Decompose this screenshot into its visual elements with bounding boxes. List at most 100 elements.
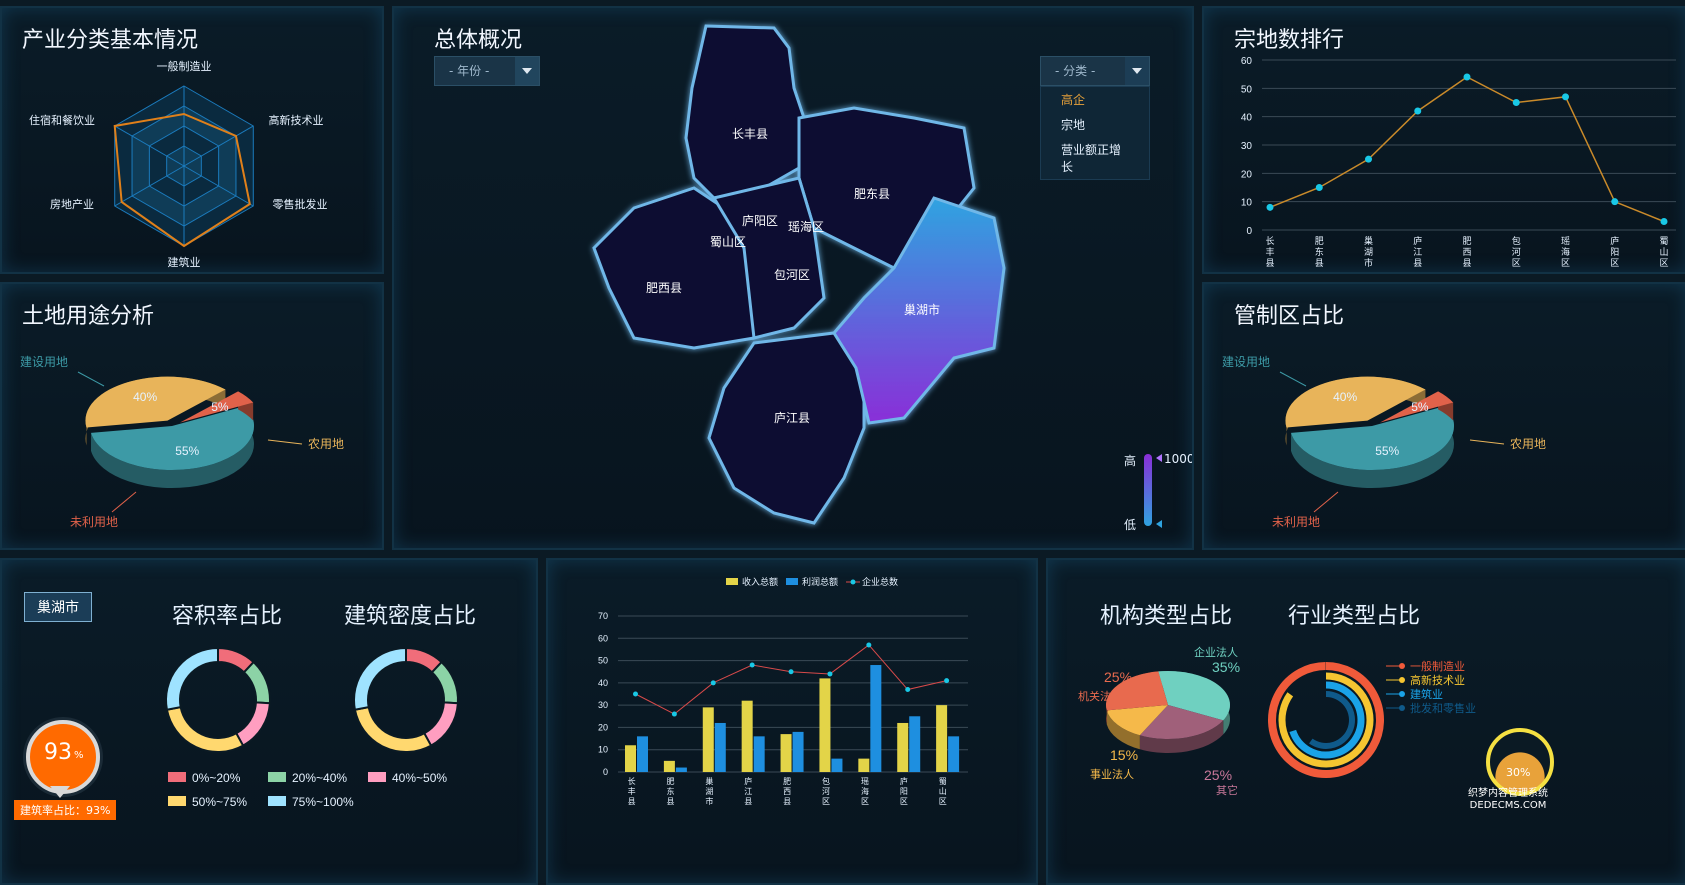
donut-segment[interactable] xyxy=(234,701,271,747)
x-tick-char: 西 xyxy=(783,787,791,796)
x-tick-label: 肥西县 xyxy=(1462,236,1471,268)
pie-legend-label: 未利用地 xyxy=(70,515,118,529)
bar[interactable] xyxy=(714,722,726,772)
pie-slice-value: 55% xyxy=(175,444,199,458)
ring-arc[interactable] xyxy=(1278,672,1374,768)
donut-segment[interactable] xyxy=(165,646,219,711)
donut-segment[interactable] xyxy=(165,705,245,753)
bar[interactable] xyxy=(663,760,675,772)
bar[interactable] xyxy=(625,745,636,772)
donut-segment[interactable] xyxy=(353,705,433,753)
legend-handle-icon[interactable] xyxy=(1156,454,1162,462)
x-tick-char: 庐 xyxy=(900,776,908,786)
y-tick-label: 20 xyxy=(598,722,608,732)
x-tick-char: 区 xyxy=(1610,258,1619,268)
map-label-yaohai: 瑶海区 xyxy=(788,219,824,234)
ratio-panel: 巢湖市 容积率占比 建筑密度占比 0%~20% 20%~40% 40%~50% 50%… xyxy=(0,558,538,885)
bar[interactable] xyxy=(753,736,765,772)
ring-arc[interactable] xyxy=(1309,691,1355,749)
gauge-left-widget: 93 % xyxy=(26,720,100,794)
donut-segment[interactable] xyxy=(422,701,459,747)
x-tick-label: 瑶海区 xyxy=(861,776,869,806)
bar[interactable] xyxy=(637,736,648,772)
x-tick-char: 肥 xyxy=(783,777,791,786)
x-tick-char: 蜀 xyxy=(939,777,947,786)
bar[interactable] xyxy=(819,678,831,772)
revenue-panel: 0 10 20 30 40 50 60 70 长丰县肥东县巢湖市庐江县肥西县包河区瑶海区庐阳区蜀… xyxy=(546,558,1038,885)
rank-point[interactable] xyxy=(1562,93,1569,101)
map-region-changfeng[interactable] xyxy=(684,24,806,200)
x-tick-char: 区 xyxy=(900,797,908,806)
legend-swatch[interactable] xyxy=(726,578,738,585)
legend-label: 50%~75% xyxy=(192,795,247,809)
line-point[interactable] xyxy=(633,691,638,697)
x-tick-char: 海 xyxy=(1561,246,1570,257)
rank-point[interactable] xyxy=(1414,107,1422,115)
legend-label: 0%~20% xyxy=(192,771,241,785)
line-point[interactable] xyxy=(671,711,677,717)
rank-series-line xyxy=(1269,76,1665,223)
pie-legend-label: 建设用地 xyxy=(1222,355,1270,369)
industry-rings-chart: 一般制造业高新技术业建筑业批发和零售业 xyxy=(1267,659,1476,778)
x-tick-char: 长 xyxy=(628,776,636,786)
rank-point[interactable] xyxy=(1365,155,1372,163)
bar[interactable] xyxy=(858,758,870,772)
legend-label: 20%~40% xyxy=(292,771,347,785)
rank-point[interactable] xyxy=(1660,218,1668,225)
legend-dot xyxy=(1399,691,1405,697)
donut-segment[interactable] xyxy=(353,646,407,711)
legend-label: 企业总数 xyxy=(862,576,898,587)
bar[interactable] xyxy=(780,734,792,772)
bar[interactable] xyxy=(948,736,960,772)
map-label-baohe: 包河区 xyxy=(774,268,810,282)
bar[interactable] xyxy=(675,767,687,772)
rank-point[interactable] xyxy=(1463,73,1471,81)
line-point[interactable] xyxy=(710,680,716,686)
x-tick-label: 蜀山区 xyxy=(939,777,947,806)
industry-panel: 产业分类基本情况 一般制造业 高新技术业 零售批发业 建筑业 房地产业 住宿和餐饮业 xyxy=(0,6,384,274)
bar[interactable] xyxy=(741,700,753,772)
line-point[interactable] xyxy=(749,662,755,668)
x-tick-char: 区 xyxy=(939,797,947,806)
x-tick-char: 江 xyxy=(1413,247,1422,257)
x-tick-char: 河 xyxy=(822,786,830,796)
x-tick-char: 丰 xyxy=(628,786,636,796)
legend-swatch[interactable] xyxy=(786,578,798,585)
x-tick-char: 庐 xyxy=(744,776,752,786)
map-label-chaohu: 巢湖市 xyxy=(904,302,940,317)
donut-segment[interactable] xyxy=(430,660,459,705)
gauge-right-value: 30% xyxy=(1506,766,1531,779)
rank-line-chart: 0102030405060长丰县肥东县巢湖市庐江县肥西县包河区瑶海区庐阳区蜀山区 xyxy=(1241,56,1676,268)
bar[interactable] xyxy=(792,731,804,772)
bar[interactable] xyxy=(870,665,882,772)
bar[interactable] xyxy=(909,716,921,772)
line-point[interactable] xyxy=(866,642,872,648)
legend-high-label: 高 xyxy=(1124,454,1137,468)
rank-point[interactable] xyxy=(1611,198,1619,206)
rank-point[interactable] xyxy=(1266,203,1274,211)
donut-segment[interactable] xyxy=(242,660,271,705)
y-tick-label: 30 xyxy=(598,700,608,710)
rank-point[interactable] xyxy=(1315,184,1323,191)
x-tick-label: 庐江县 xyxy=(744,776,752,806)
line-point[interactable] xyxy=(905,687,911,693)
line-point[interactable] xyxy=(827,671,833,677)
x-tick-char: 丰 xyxy=(1265,246,1274,257)
x-tick-label: 巢湖市 xyxy=(705,776,713,806)
x-tick-char: 江 xyxy=(744,787,752,796)
x-tick-char: 县 xyxy=(1413,258,1422,268)
legend-handle-icon[interactable] xyxy=(1156,520,1162,528)
map-region-lujiang[interactable] xyxy=(707,331,866,525)
bar[interactable] xyxy=(831,758,843,772)
bar[interactable] xyxy=(936,705,948,772)
bar[interactable] xyxy=(897,722,909,772)
map-label-shushan: 蜀山区 xyxy=(710,235,746,249)
rank-point[interactable] xyxy=(1512,99,1520,106)
y-tick-label: 0 xyxy=(603,767,608,777)
line-point[interactable] xyxy=(788,669,794,675)
bar[interactable] xyxy=(702,707,714,772)
industry-radar-chart: 一般制造业高新技术业零售批发业建筑业 房地产业 住宿和餐饮业 xyxy=(29,59,328,269)
x-tick-char: 巢 xyxy=(705,776,713,786)
line-point[interactable] xyxy=(944,678,950,684)
overview-panel: 总体概况 - 年份 - - 分类 - 高企 宗地 营业额正增长 长丰县 肥东县 … xyxy=(392,6,1194,550)
